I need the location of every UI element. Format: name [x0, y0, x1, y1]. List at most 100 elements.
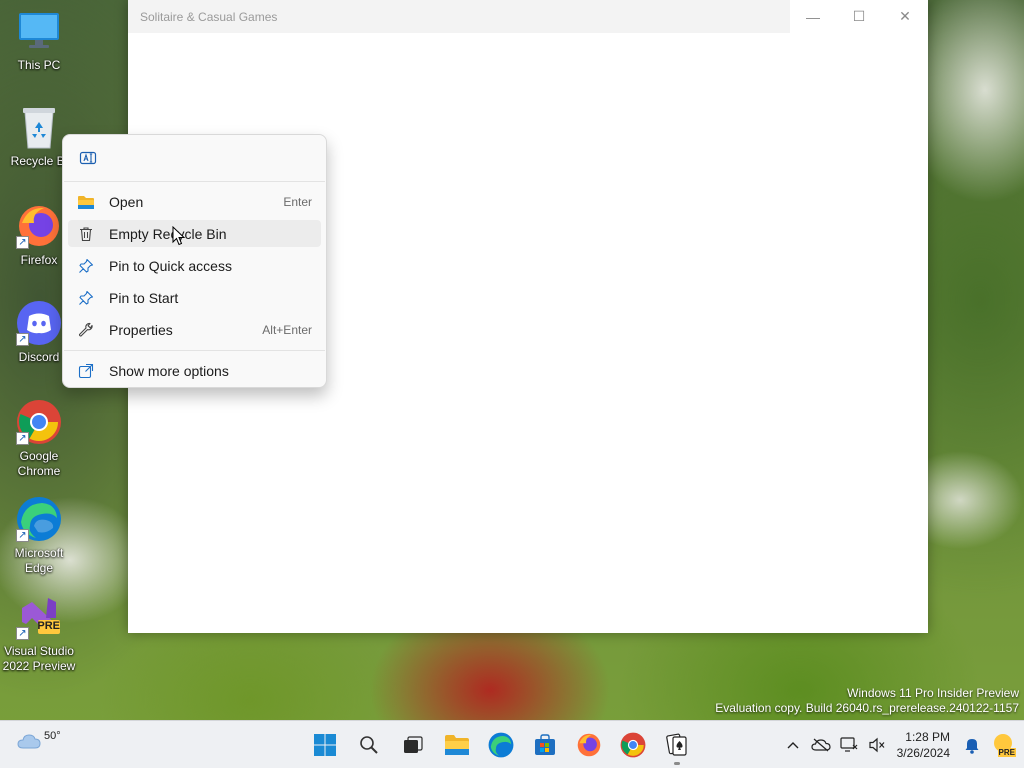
desktop-icon-label: Discord — [18, 350, 60, 364]
desktop-icon-label: Firefox — [20, 253, 58, 267]
menu-item-accelerator: Enter — [283, 194, 312, 209]
search-icon — [360, 736, 378, 754]
rename-icon[interactable] — [77, 147, 99, 169]
label-line: Visual Studio — [4, 644, 74, 658]
chevron-up-icon[interactable] — [779, 731, 807, 759]
mouse-cursor-icon — [172, 226, 186, 246]
desktop-icon-visual-studio[interactable]: PRE ↗ Visual Studio 2022 Preview — [2, 594, 76, 674]
minimize-icon: — — [806, 8, 820, 25]
firefox-icon — [577, 733, 601, 757]
pin-icon — [77, 289, 95, 307]
window-controls: — ☐ ✕ — [790, 0, 928, 33]
shortcut-arrow-icon: ↗ — [16, 333, 29, 346]
system-tray: 1:28 PM 3/26/2024 PRE — [779, 721, 1024, 768]
shortcut-arrow-icon: ↗ — [16, 236, 29, 249]
taskbar-apps — [305, 725, 701, 765]
menu-item-pin-to-start[interactable]: Pin to Start — [68, 284, 321, 311]
store-icon — [535, 734, 555, 755]
watermark-line: Evaluation copy. Build 26040.rs_prerelea… — [715, 701, 1019, 715]
share-icon — [77, 362, 95, 380]
menu-item-label: Properties — [109, 321, 173, 338]
volume-muted-icon[interactable] — [863, 731, 891, 759]
cloud-icon — [17, 734, 41, 749]
menu-item-show-more-options[interactable]: Show more options — [68, 357, 321, 384]
shortcut-arrow-icon: ↗ — [16, 432, 29, 445]
minimize-button[interactable]: — — [790, 0, 836, 33]
clock-time: 1:28 PM — [905, 730, 950, 744]
shortcut-arrow-icon: ↗ — [16, 529, 29, 542]
menu-item-empty-recycle-bin[interactable]: Empty Recycle Bin — [68, 220, 321, 247]
clock-date: 3/26/2024 — [896, 746, 950, 760]
folder-icon — [77, 193, 95, 211]
recycle-bin-icon — [16, 104, 62, 150]
onedrive-offline-icon[interactable] — [807, 731, 835, 759]
notification-bell-icon[interactable] — [958, 731, 986, 759]
menu-item-label: Empty Recycle Bin — [109, 225, 227, 242]
label-line: 2022 Preview — [2, 659, 76, 673]
menu-item-accelerator: Alt+Enter — [262, 322, 312, 337]
desktop-icon-label: Microsoft Edge — [15, 546, 64, 576]
menu-item-label: Open — [109, 193, 144, 210]
maximize-button[interactable]: ☐ — [836, 0, 882, 33]
chrome-icon: ↗ — [16, 399, 62, 445]
network-icon[interactable] — [835, 731, 863, 759]
menu-item-pin-quick-access[interactable]: Pin to Quick access — [68, 252, 321, 279]
desktop-icon-label: Google Chrome — [18, 449, 61, 479]
desktop-icon-label: This PC — [17, 58, 61, 72]
label-line: Google — [19, 449, 59, 463]
evaluation-watermark: Windows 11 Pro Insider Preview Evaluatio… — [715, 686, 1019, 716]
visual-studio-icon: PRE ↗ — [16, 594, 62, 640]
solitaire-button[interactable] — [657, 725, 697, 765]
edge-icon: ↗ — [16, 496, 62, 542]
wrench-icon — [77, 321, 95, 339]
edge-icon — [488, 732, 514, 758]
chrome-button[interactable] — [613, 725, 653, 765]
desktop-icon-label: Visual Studio 2022 Preview — [3, 644, 76, 674]
task-view-button[interactable] — [393, 725, 433, 765]
discord-icon: ↗ — [16, 300, 62, 346]
menu-item-label: Pin to Start — [109, 289, 179, 306]
desktop-icon-this-pc[interactable]: This PC — [2, 8, 76, 73]
context-menu-quick-actions — [63, 135, 326, 181]
file-explorer-icon — [445, 735, 469, 755]
close-icon: ✕ — [899, 8, 911, 24]
menu-item-label: Pin to Quick access — [109, 257, 232, 274]
start-button[interactable] — [305, 725, 345, 765]
chrome-icon — [620, 732, 646, 758]
label-line: Edge — [24, 561, 54, 575]
window-titlebar[interactable]: Solitaire & Casual Games — ☐ ✕ — [128, 0, 928, 33]
label-line: Microsoft — [14, 546, 64, 560]
window-title: Solitaire & Casual Games — [140, 9, 278, 24]
firefox-button[interactable] — [569, 725, 609, 765]
watermark-line: Windows 11 Pro Insider Preview — [847, 686, 1019, 700]
insider-badge-icon[interactable]: PRE — [986, 731, 1020, 759]
context-menu: Open Enter Empty Recycle Bin Pin to Quic… — [62, 134, 327, 388]
file-explorer-button[interactable] — [437, 725, 477, 765]
close-button[interactable]: ✕ — [882, 0, 928, 33]
search-button[interactable] — [349, 725, 389, 765]
shortcut-arrow-icon: ↗ — [16, 627, 29, 640]
desktop-icon-edge[interactable]: ↗ Microsoft Edge — [2, 496, 76, 576]
maximize-icon: ☐ — [852, 8, 866, 24]
task-view-icon — [404, 736, 423, 753]
menu-separator — [64, 350, 325, 351]
taskbar-clock[interactable]: 1:28 PM 3/26/2024 — [897, 729, 950, 761]
pre-badge: PRE — [997, 748, 1016, 757]
store-button[interactable] — [525, 725, 565, 765]
desktop-icon-chrome[interactable]: ↗ Google Chrome — [2, 399, 76, 479]
firefox-icon: ↗ — [16, 203, 62, 249]
label-line: Chrome — [17, 464, 61, 478]
weather-widget[interactable]: 50° — [16, 729, 61, 751]
taskbar: 50° 1:28 PM 3/26/2024 PRE — [0, 720, 1024, 768]
desktop-icon-label: Recycle Bi — [10, 154, 68, 168]
menu-item-open[interactable]: Open Enter — [68, 188, 321, 215]
this-pc-icon — [16, 8, 62, 54]
start-icon — [314, 734, 336, 756]
solitaire-icon — [666, 733, 687, 756]
menu-item-properties[interactable]: Properties Alt+Enter — [68, 316, 321, 343]
menu-item-label: Show more options — [109, 362, 229, 379]
pre-badge: PRE — [37, 620, 60, 632]
weather-temperature: 50° — [44, 730, 61, 742]
trash-icon — [77, 225, 95, 243]
edge-button[interactable] — [481, 725, 521, 765]
